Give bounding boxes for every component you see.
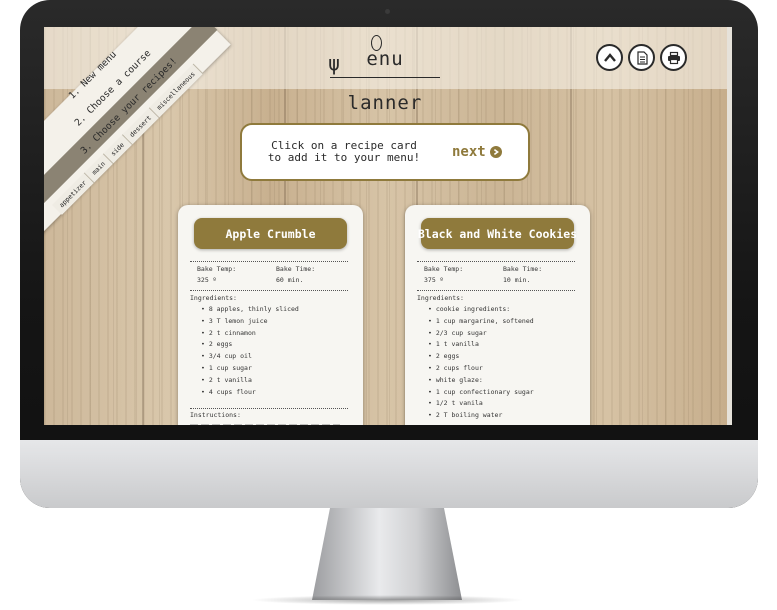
- ingredient-list: 8 apples, thinly sliced 3 T lemon juice …: [190, 304, 348, 398]
- view-menu-button[interactable]: [628, 44, 655, 71]
- app-logo[interactable]: ψ enu lanner: [328, 35, 440, 114]
- bake-time: Bake Time: 60 min.: [269, 264, 348, 286]
- chevron-up-icon: [603, 52, 616, 62]
- scroll-top-button[interactable]: [596, 44, 623, 71]
- bake-temp-value: 325 º: [197, 276, 217, 284]
- bake-time-label: Bake Time:: [276, 265, 316, 273]
- instructions-label: Instructions:: [190, 408, 348, 419]
- stand-shadow: [250, 595, 525, 605]
- monitor-stand: [312, 508, 462, 600]
- ingredients-label: Ingredients:: [190, 294, 237, 302]
- ingredient-item: white glaze:: [417, 375, 575, 387]
- page-scrollbar[interactable]: [727, 27, 732, 425]
- ingredient-item: 2 T boiling water: [417, 410, 575, 422]
- bake-time-label: Bake Time:: [503, 265, 543, 273]
- ingredients-label: Ingredients:: [417, 294, 464, 302]
- recipe-card[interactable]: Apple Crumble Bake Temp: 325 º Bake Time…: [178, 205, 363, 425]
- next-label: next: [452, 144, 486, 160]
- ingredient-item: 1 cup sugar: [190, 363, 348, 375]
- ingredient-item: 2 cups flour: [417, 363, 575, 375]
- bake-time: Bake Time: 10 min.: [496, 264, 575, 286]
- ingredient-item: 2 t vanilla: [190, 375, 348, 387]
- camera-dot: [385, 9, 390, 14]
- recipe-title: Black and White Cookies: [418, 218, 577, 249]
- app-logo-text: enu lanner: [347, 48, 423, 114]
- ingredient-item: 1 cup margarine, softened: [417, 316, 575, 328]
- ingredient-item: 1 cup confectionary sugar: [417, 387, 575, 399]
- ingredient-item: 2 eggs: [190, 339, 348, 351]
- ingredient-item: cookie ingredients:: [417, 304, 575, 316]
- ingredient-item: 3 T lemon juice: [190, 316, 348, 328]
- spoon-icon: [371, 35, 382, 51]
- chevron-right-icon: [489, 146, 502, 158]
- instruction-box: Click on a recipe card to add it to your…: [240, 123, 530, 181]
- instruction-line-2: to add it to your menu!: [267, 151, 421, 164]
- document-icon: [636, 50, 648, 65]
- instruction-text: Click on a recipe card to add it to your…: [264, 140, 424, 164]
- ingredient-item: 1/2 t vanila: [417, 398, 575, 410]
- ingredient-item: 3/4 cup oil: [190, 351, 348, 363]
- bake-time-value: 60 min.: [276, 276, 304, 284]
- ingredient-item: 8 apples, thinly sliced: [190, 304, 348, 316]
- recipe-title: Apple Crumble: [194, 218, 347, 249]
- instructions-preview: [190, 424, 340, 425]
- ingredient-item: 1 t vanilla: [417, 339, 575, 351]
- monitor-chin: [20, 440, 758, 508]
- bake-temp-label: Bake Temp:: [197, 265, 237, 273]
- ingredient-item: 2/3 cup sugar: [417, 328, 575, 340]
- bake-temp: Bake Temp: 325 º: [190, 264, 269, 286]
- recipe-meta: Bake Temp: 375 º Bake Time: 10 min.: [417, 261, 575, 291]
- recipe-meta: Bake Temp: 325 º Bake Time: 60 min.: [190, 261, 348, 291]
- recipe-card[interactable]: Black and White Cookies Bake Temp: 375 º…: [405, 205, 590, 425]
- bake-time-value: 10 min.: [503, 276, 531, 284]
- bake-temp: Bake Temp: 375 º: [417, 264, 496, 286]
- ingredient-item: 4 cups flour: [190, 387, 348, 399]
- fork-icon: ψ: [328, 51, 342, 75]
- bake-temp-value: 375 º: [424, 276, 444, 284]
- print-icon: [667, 51, 680, 64]
- ingredient-item: 2 t cinnamon: [190, 328, 348, 340]
- ingredient-list: cookie ingredients: 1 cup margarine, sof…: [417, 304, 575, 422]
- screen: ψ enu lanner 1. New menu 2. Choose a cou…: [44, 27, 732, 425]
- next-button[interactable]: next: [452, 144, 502, 160]
- ingredient-item: 2 eggs: [417, 351, 575, 363]
- bake-temp-label: Bake Temp:: [424, 265, 464, 273]
- print-button[interactable]: [660, 44, 687, 71]
